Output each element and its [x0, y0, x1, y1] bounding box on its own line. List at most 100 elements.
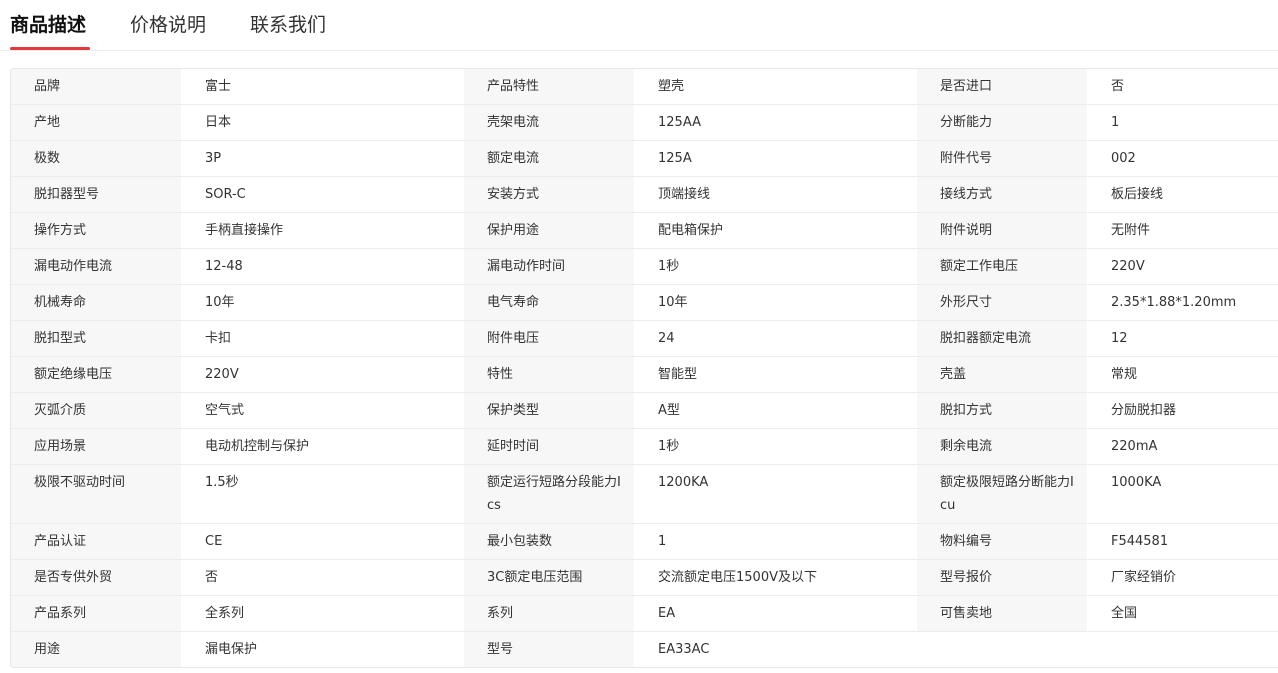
spec-row: 脱扣器型号 SOR-C 安装方式 顶端接线 接线方式 板后接线	[11, 176, 1278, 213]
spec-key: 是否专供外贸	[11, 559, 181, 596]
spec-key: 脱扣型式	[11, 320, 181, 357]
spec-value: 10年	[181, 284, 464, 321]
spec-value: CE	[181, 523, 464, 560]
spec-key: 额定运行短路分段能力Ics	[464, 464, 634, 524]
spec-key: 附件代号	[917, 140, 1087, 177]
spec-row: 应用场景 电动机控制与保护 延时时间 1秒 剩余电流 220mA	[11, 428, 1278, 465]
spec-value: 漏电保护	[181, 631, 464, 667]
spec-table-container: 品牌 富士 产品特性 塑壳 是否进口否产地 日本 壳架电流 125AA 分断能力 1 极数 3P 额定电…	[10, 68, 1278, 668]
spec-key: 3C额定电压范围	[464, 559, 634, 596]
spec-value: 顶端接线	[634, 176, 917, 213]
spec-key: 特性	[464, 356, 634, 393]
spec-value: 1秒	[634, 428, 917, 465]
spec-value: 12-48	[181, 248, 464, 285]
spec-key: 分断能力	[917, 104, 1087, 141]
spec-key: 额定电流	[464, 140, 634, 177]
spec-value: EA33AC	[634, 631, 917, 667]
spec-key: 额定绝缘电压	[11, 356, 181, 393]
spec-key: 保护类型	[464, 392, 634, 429]
spec-value: 智能型	[634, 356, 917, 393]
spec-value: 交流额定电压1500V及以下	[634, 559, 917, 596]
spec-row: 极数 3P 额定电流 125A 附件代号 002	[11, 140, 1278, 177]
spec-value: A型	[634, 392, 917, 429]
spec-value: 常规	[1087, 356, 1278, 393]
spec-key: 外形尺寸	[917, 284, 1087, 321]
spec-value: F544581	[1087, 523, 1278, 560]
spec-key: 极数	[11, 140, 181, 177]
active-tab-indicator	[10, 47, 90, 50]
spec-value: 分励脱扣器	[1087, 392, 1278, 429]
spec-key: 产品认证	[11, 523, 181, 560]
spec-key: 型号报价	[917, 559, 1087, 596]
spec-value: 1秒	[634, 248, 917, 285]
spec-value: 否	[1087, 69, 1278, 105]
detail-tabs: 商品描述 价格说明 联系我们	[0, 0, 1278, 51]
spec-key: 产品系列	[11, 595, 181, 632]
spec-key: 脱扣器额定电流	[917, 320, 1087, 357]
spec-value: EA	[634, 595, 917, 632]
spec-value: 1000KA	[1087, 464, 1278, 524]
spec-key: 系列	[464, 595, 634, 632]
spec-value: 1	[1087, 104, 1278, 141]
spec-key: 脱扣方式	[917, 392, 1087, 429]
spec-key: 用途	[11, 631, 181, 667]
spec-key: 极限不驱动时间	[11, 464, 181, 524]
tab-price-notes[interactable]: 价格说明	[130, 12, 206, 38]
spec-row: 产品系列 全系列 系列 EA 可售卖地 全国	[11, 595, 1278, 632]
spec-key: 壳盖	[917, 356, 1087, 393]
spec-row: 用途 漏电保护 型号 EA33AC	[11, 631, 1278, 667]
spec-value: 3P	[181, 140, 464, 177]
spec-value: 卡扣	[181, 320, 464, 357]
spec-row: 产品认证 CE 最小包装数 1 物料编号 F544581	[11, 523, 1278, 560]
spec-value: 1200KA	[634, 464, 917, 524]
spec-key: 附件电压	[464, 320, 634, 357]
spec-value: 12	[1087, 320, 1278, 357]
spec-key	[917, 631, 1087, 667]
spec-value: 2.35*1.88*1.20mm	[1087, 284, 1278, 321]
spec-key: 型号	[464, 631, 634, 667]
spec-key: 漏电动作电流	[11, 248, 181, 285]
spec-key: 产地	[11, 104, 181, 141]
spec-table: 品牌 富士 产品特性 塑壳 是否进口否产地 日本 壳架电流 125AA 分断能力 1 极数 3P 额定电…	[11, 69, 1278, 667]
spec-key: 可售卖地	[917, 595, 1087, 632]
spec-key: 附件说明	[917, 212, 1087, 249]
spec-value: 电动机控制与保护	[181, 428, 464, 465]
spec-value: 日本	[181, 104, 464, 141]
spec-key: 电气寿命	[464, 284, 634, 321]
spec-value: 否	[181, 559, 464, 596]
spec-value: 空气式	[181, 392, 464, 429]
spec-value: SOR-C	[181, 176, 464, 213]
spec-key: 操作方式	[11, 212, 181, 249]
spec-key: 机械寿命	[11, 284, 181, 321]
spec-key: 应用场景	[11, 428, 181, 465]
spec-value: 002	[1087, 140, 1278, 177]
spec-value: 全国	[1087, 595, 1278, 632]
spec-key: 物料编号	[917, 523, 1087, 560]
spec-value: 厂家经销价	[1087, 559, 1278, 596]
spec-key: 额定工作电压	[917, 248, 1087, 285]
tab-product-description[interactable]: 商品描述	[10, 12, 86, 38]
spec-value: 板后接线	[1087, 176, 1278, 213]
spec-row: 灭弧介质 空气式 保护类型 A型 脱扣方式 分励脱扣器	[11, 392, 1278, 429]
spec-row: 产地 日本 壳架电流 125AA 分断能力 1	[11, 104, 1278, 141]
spec-value: 220V	[181, 356, 464, 393]
spec-key: 剩余电流	[917, 428, 1087, 465]
spec-value: 220mA	[1087, 428, 1278, 465]
spec-value: 塑壳	[634, 69, 917, 105]
spec-value: 125AA	[634, 104, 917, 141]
spec-key: 漏电动作时间	[464, 248, 634, 285]
spec-row: 漏电动作电流 12-48 漏电动作时间 1秒 额定工作电压 220V	[11, 248, 1278, 285]
spec-key: 最小包装数	[464, 523, 634, 560]
spec-value	[1087, 631, 1278, 667]
spec-value: 全系列	[181, 595, 464, 632]
spec-value: 220V	[1087, 248, 1278, 285]
spec-value: 1	[634, 523, 917, 560]
spec-row: 机械寿命 10年 电气寿命 10年 外形尺寸 2.35*1.88*1.20mm	[11, 284, 1278, 321]
spec-value: 10年	[634, 284, 917, 321]
spec-value: 配电箱保护	[634, 212, 917, 249]
tab-contact-us[interactable]: 联系我们	[250, 12, 326, 38]
spec-key: 壳架电流	[464, 104, 634, 141]
spec-value: 1.5秒	[181, 464, 464, 524]
spec-value: 24	[634, 320, 917, 357]
spec-row: 品牌 富士 产品特性 塑壳 是否进口否	[11, 69, 1278, 105]
